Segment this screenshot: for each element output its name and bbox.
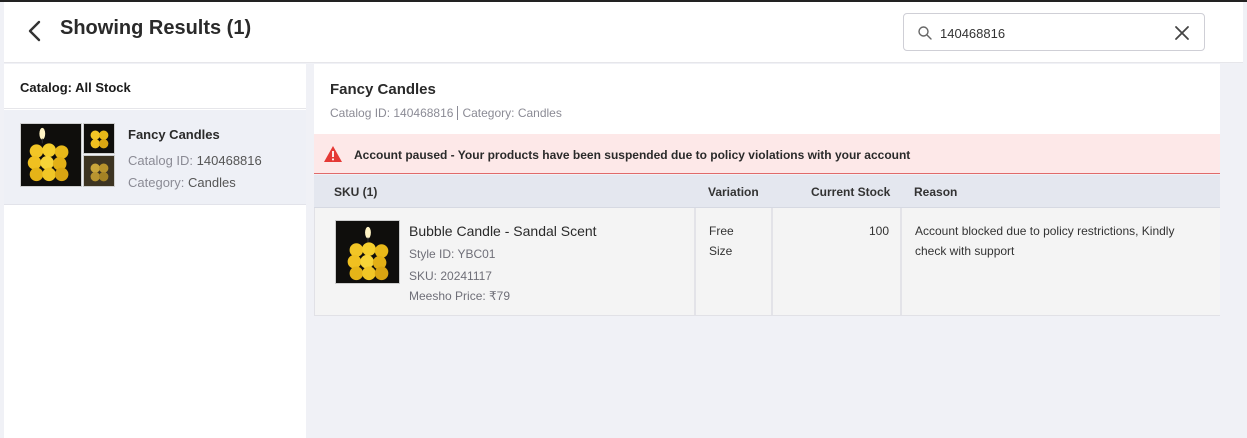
column-header-variation: Variation	[708, 185, 759, 199]
close-icon[interactable]	[1173, 24, 1191, 42]
meta-divider	[457, 106, 459, 120]
results-header: Showing Results (1)	[4, 2, 1243, 63]
table-row[interactable]: Bubble Candle - Sandal Scent Style ID: Y…	[314, 208, 1220, 316]
search-input[interactable]	[940, 22, 1160, 44]
page-title: Showing Results (1)	[60, 17, 252, 39]
catalog-item-name: Fancy Candles	[128, 127, 220, 142]
search-icon	[917, 25, 933, 41]
catalog-meta: Catalog ID: 140468816 Category: Candles	[330, 106, 562, 120]
product-price: Meesho Price: ₹79	[409, 289, 511, 303]
catalog-item-info: Fancy Candles Catalog ID: 140468816 Cate…	[128, 127, 262, 190]
search-box[interactable]	[903, 13, 1205, 51]
catalog-detail-header: Fancy Candles Catalog ID: 140468816 Categ…	[314, 64, 1220, 134]
catalog-item-id: Catalog ID: 140468816	[128, 153, 262, 168]
warning-triangle-icon	[323, 145, 343, 163]
column-header-reason: Reason	[914, 185, 958, 199]
product-image	[335, 220, 400, 284]
column-header-stock: Current Stock	[811, 185, 891, 199]
column-divider	[900, 208, 902, 315]
column-header-sku: SKU (1)	[334, 185, 378, 199]
table-header: SKU (1) Variation Current Stock Reason	[314, 175, 1220, 208]
stock-cell: 100	[868, 224, 889, 238]
product-name: Bubble Candle - Sandal Scent	[409, 223, 597, 239]
catalog-item-category: Category: Candles	[128, 175, 236, 190]
alert-message: Account paused - Your products have been…	[354, 148, 911, 162]
column-divider	[694, 208, 696, 315]
sku-table: SKU (1) Variation Current Stock Reason B…	[314, 175, 1220, 316]
reason-cell: Account blocked due to policy restrictio…	[915, 224, 1175, 258]
catalog-title: Fancy Candles	[330, 81, 436, 98]
candle-thumbnail-small	[83, 155, 115, 187]
variation-cell: Free Size	[709, 224, 734, 258]
catalog-sidebar: Catalog: All Stock Fancy Candles Catalog…	[4, 64, 306, 438]
product-sku: SKU: 20241117	[409, 269, 492, 283]
catalog-list-item[interactable]: Fancy Candles Catalog ID: 140468816 Cate…	[4, 110, 306, 205]
catalog-heading: Catalog: All Stock	[4, 64, 306, 109]
account-paused-alert: Account paused - Your products have been…	[314, 134, 1220, 174]
column-divider	[771, 208, 773, 315]
chevron-left-icon[interactable]	[24, 19, 46, 43]
candle-thumbnail-main	[20, 123, 82, 187]
candle-thumbnail-small	[83, 123, 115, 154]
product-style-id: Style ID: YBC01	[409, 247, 496, 261]
catalog-thumbnails	[20, 123, 116, 187]
